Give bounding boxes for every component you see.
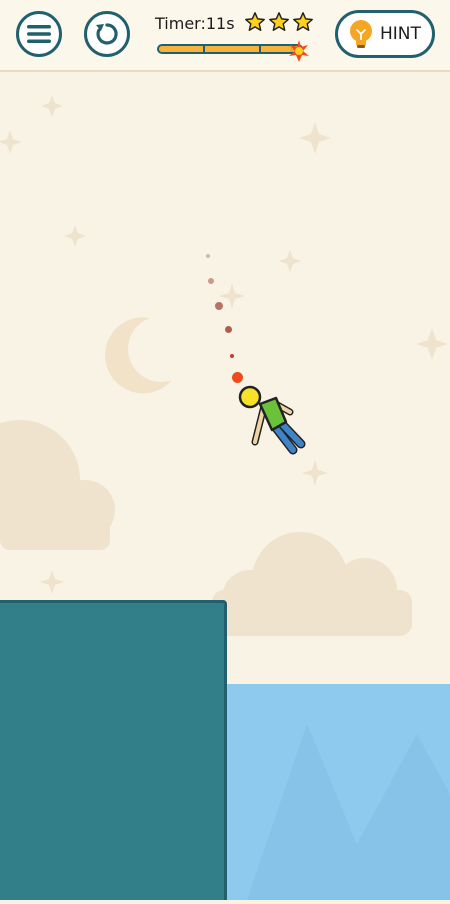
stickman-player (238, 385, 306, 455)
star-icon (293, 12, 313, 31)
timer-progress-bar (157, 44, 303, 54)
menu-button[interactable] (16, 11, 62, 57)
water (227, 684, 450, 900)
hamburger-menu-icon (27, 25, 51, 43)
trail-dot (206, 254, 210, 258)
star-icon (269, 12, 289, 31)
progress-tick (203, 46, 205, 52)
trail-dot (230, 354, 234, 358)
restart-icon (96, 23, 118, 45)
trail-dot (208, 278, 214, 284)
timer-label: Timer:11s (155, 14, 235, 33)
moon (105, 317, 172, 394)
burning-fuse-icon (289, 40, 309, 62)
hint-label: HINT (380, 24, 421, 44)
restart-button[interactable] (84, 11, 130, 57)
hint-button[interactable]: HINT (335, 10, 435, 58)
progress-tick (259, 46, 261, 52)
cloud-left (0, 420, 115, 550)
cliff-platform (0, 600, 227, 900)
trail-dot (225, 326, 232, 333)
timer-progress-fill (159, 46, 292, 52)
cloud-right (212, 532, 412, 636)
trail-dot (215, 302, 223, 310)
top-bar: Timer:11s HINT (0, 0, 450, 72)
star-rating (244, 11, 314, 33)
star-icon (245, 12, 265, 31)
water-mountains (247, 724, 450, 900)
lightbulb-icon (350, 20, 372, 48)
